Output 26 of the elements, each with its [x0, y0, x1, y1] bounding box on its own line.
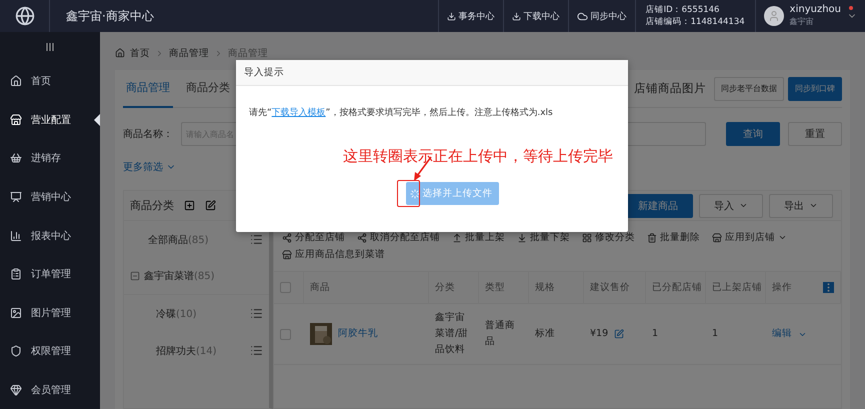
store-code: 店铺编码：1148144134: [646, 16, 745, 28]
price: ¥19: [590, 327, 608, 341]
images-label: 店铺商品图片: [634, 81, 706, 96]
dialog-message: 请先“下载导入模板”，按格式要求填写完毕，然后上传。注意上传格式为.xls: [249, 106, 554, 119]
table-cell: 1: [706, 304, 766, 365]
breadcrumb-item: 商品管理: [228, 46, 268, 60]
column-header: 建议售价: [584, 272, 646, 304]
table-cell: 标准: [529, 304, 584, 365]
column-header: 规格: [529, 272, 584, 304]
field-label: 商品名称：: [123, 128, 173, 141]
brand-title: 鑫宇宙·商家中心: [65, 8, 155, 24]
dialog-title: 导入提示: [244, 66, 284, 79]
table-cell: 1: [646, 304, 706, 365]
column-header: 已上架店铺: [706, 272, 766, 304]
column-header: 类型: [479, 272, 529, 304]
column-header: 已分配店铺: [646, 272, 706, 304]
panel-title: 商品分类: [130, 198, 174, 213]
annotation-text: 这里转圈表示正在上传中，等待上传完毕: [343, 147, 614, 166]
user-store: 鑫宇宙: [790, 16, 815, 28]
column-header: 商品: [304, 272, 429, 304]
table-cell: 普通商品: [479, 304, 529, 365]
user-name: xinyuzhou: [790, 4, 841, 16]
column-header: 操作: [772, 281, 792, 294]
column-header: 分类: [429, 272, 479, 304]
table-cell: 鑫宇宙菜谱/甜品饮料: [429, 304, 479, 365]
store-id: 店铺ID：6555146: [646, 4, 720, 16]
